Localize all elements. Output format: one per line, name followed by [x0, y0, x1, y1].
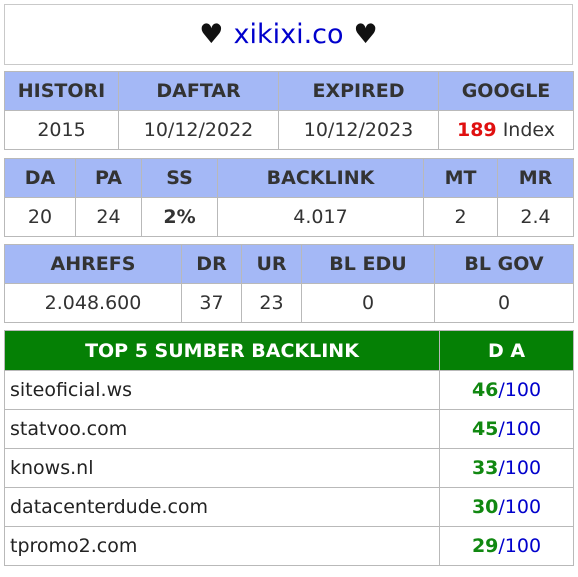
header-expired: EXPIRED — [278, 71, 439, 111]
value-ur: 23 — [241, 283, 302, 323]
value-backlink: 4.017 — [217, 197, 424, 237]
backlink-site: siteoficial.ws — [4, 370, 440, 410]
backlink-site: datacenterdude.com — [4, 487, 440, 527]
value-ss: 2% — [141, 197, 218, 237]
header-da: DA — [4, 158, 76, 198]
ahrefs-value-row: 2.048.600 37 23 0 0 — [4, 283, 574, 323]
value-bl-gov: 0 — [434, 283, 574, 323]
history-header-row: HISTORI DAFTAR EXPIRED GOOGLE — [4, 71, 574, 111]
google-index-count: 189 — [456, 119, 497, 141]
da-score: 45 — [471, 418, 499, 440]
backlink-da: 46/100 — [439, 370, 574, 410]
backlink-da: 30/100 — [439, 487, 574, 527]
backlinks-header-row: TOP 5 SUMBER BACKLINK D A — [4, 330, 574, 371]
value-google: 189 Index — [438, 110, 574, 150]
header-bl-gov: BL GOV — [434, 244, 574, 284]
ahrefs-table: AHREFS DR UR BL EDU BL GOV 2.048.600 37 … — [4, 244, 574, 323]
da-max: /100 — [498, 418, 542, 440]
header-ahrefs: AHREFS — [4, 244, 182, 284]
da-score: 29 — [471, 535, 499, 557]
backlink-site: tpromo2.com — [4, 526, 440, 566]
table-row: siteoficial.ws 46/100 — [4, 370, 574, 410]
header-mr: MR — [497, 158, 574, 198]
header-daftar: DAFTAR — [118, 71, 279, 111]
google-index-label: Index — [502, 119, 556, 141]
backlink-site: statvoo.com — [4, 409, 440, 449]
value-mr: 2.4 — [497, 197, 574, 237]
header-dr: DR — [181, 244, 242, 284]
header-backlink: BACKLINK — [217, 158, 424, 198]
header-top-sources: TOP 5 SUMBER BACKLINK — [4, 330, 440, 371]
heart-icon-right: ♥ — [353, 19, 378, 50]
da-score: 30 — [471, 496, 499, 518]
da-max: /100 — [498, 457, 542, 479]
value-ahrefs: 2.048.600 — [4, 283, 182, 323]
table-row: datacenterdude.com 30/100 — [4, 487, 574, 527]
header-da-score: D A — [439, 330, 574, 371]
da-score: 46 — [471, 379, 499, 401]
backlink-da: 45/100 — [439, 409, 574, 449]
backlink-site: knows.nl — [4, 448, 440, 488]
backlink-da: 29/100 — [439, 526, 574, 566]
table-row: tpromo2.com 29/100 — [4, 526, 574, 566]
header-mt: MT — [423, 158, 498, 198]
domain-title-box: ♥ xikixi.co ♥ — [4, 4, 573, 65]
history-value-row: 2015 10/12/2022 10/12/2023 189 Index — [4, 110, 574, 150]
header-ur: UR — [241, 244, 302, 284]
header-google: GOOGLE — [438, 71, 574, 111]
backlink-da: 33/100 — [439, 448, 574, 488]
value-histori: 2015 — [4, 110, 119, 150]
value-mt: 2 — [423, 197, 498, 237]
metrics-header-row: DA PA SS BACKLINK MT MR — [4, 158, 574, 198]
table-row: statvoo.com 45/100 — [4, 409, 574, 449]
da-score: 33 — [471, 457, 499, 479]
top-backlinks-table: TOP 5 SUMBER BACKLINK D A siteoficial.ws… — [4, 330, 574, 566]
da-max: /100 — [498, 496, 542, 518]
header-pa: PA — [75, 158, 142, 198]
value-pa: 24 — [75, 197, 142, 237]
metrics-table: DA PA SS BACKLINK MT MR 20 24 2% 4.017 2… — [4, 158, 574, 237]
header-ss: SS — [141, 158, 218, 198]
header-histori: HISTORI — [4, 71, 119, 111]
value-da: 20 — [4, 197, 76, 237]
header-bl-edu: BL EDU — [301, 244, 435, 284]
value-dr: 37 — [181, 283, 242, 323]
metrics-value-row: 20 24 2% 4.017 2 2.4 — [4, 197, 574, 237]
value-expired: 10/12/2023 — [278, 110, 439, 150]
value-daftar: 10/12/2022 — [118, 110, 279, 150]
domain-name: xikixi.co — [233, 19, 344, 50]
history-table: HISTORI DAFTAR EXPIRED GOOGLE 2015 10/12… — [4, 71, 574, 150]
da-max: /100 — [498, 379, 542, 401]
ahrefs-header-row: AHREFS DR UR BL EDU BL GOV — [4, 244, 574, 284]
value-bl-edu: 0 — [301, 283, 435, 323]
da-max: /100 — [498, 535, 542, 557]
heart-icon-left: ♥ — [199, 19, 224, 50]
table-row: knows.nl 33/100 — [4, 448, 574, 488]
